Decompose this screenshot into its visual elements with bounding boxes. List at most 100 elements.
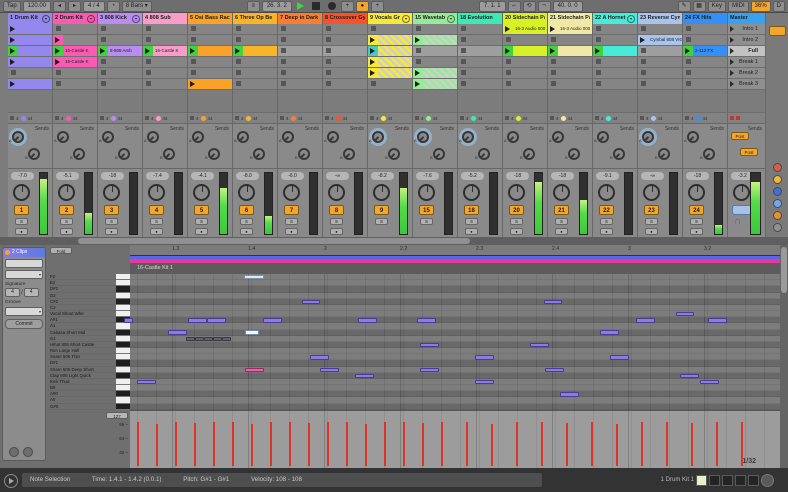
piano-keyboard[interactable]: [116, 274, 130, 410]
pan-knob[interactable]: [148, 184, 165, 201]
clip-launch-button[interactable]: [8, 24, 18, 34]
pan-knob[interactable]: [13, 184, 30, 201]
volume-field[interactable]: -8.2: [371, 172, 394, 180]
empty-clip-slot[interactable]: [143, 24, 187, 35]
mixer-section-toggle[interactable]: [773, 211, 782, 220]
send-b-knob[interactable]: B: [340, 148, 355, 160]
track-activator-button[interactable]: 7: [284, 205, 299, 215]
velocity-stem[interactable]: [175, 422, 177, 466]
midi-note[interactable]: [168, 330, 187, 335]
scene-slot[interactable]: Intro 1: [728, 24, 765, 35]
empty-clip-slot[interactable]: [53, 68, 97, 79]
pan-knob[interactable]: [328, 184, 345, 201]
midi-note[interactable]: [124, 318, 133, 323]
solo-button[interactable]: S: [240, 218, 253, 225]
solo-button[interactable]: S: [15, 218, 28, 225]
pan-knob[interactable]: [643, 184, 660, 201]
velocity-stem[interactable]: [541, 422, 543, 466]
midi-note[interactable]: [636, 318, 655, 323]
empty-clip-slot[interactable]: [638, 57, 682, 68]
empty-clip-slot[interactable]: [638, 68, 682, 79]
velocity-stem[interactable]: [666, 422, 668, 466]
empty-clip-slot[interactable]: [53, 24, 97, 35]
midi-note[interactable]: [222, 336, 231, 342]
clip-slot[interactable]: [8, 57, 52, 68]
clip-slot[interactable]: 2-112 FX: [683, 46, 727, 57]
track-activator-button[interactable]: 3: [104, 205, 119, 215]
track-header[interactable]: 8 Crossover Gy: [323, 13, 367, 24]
note-row[interactable]: [130, 403, 780, 410]
scene-slot[interactable]: Full: [728, 46, 765, 57]
scrollbar-handle[interactable]: [781, 247, 787, 293]
time-signature-field[interactable]: 4 / 4: [83, 0, 105, 12]
empty-clip-slot[interactable]: [593, 68, 637, 79]
velocity-stem[interactable]: [289, 422, 291, 466]
empty-clip-slot[interactable]: [683, 68, 727, 79]
empty-clip-slot[interactable]: [233, 57, 277, 68]
clip-body[interactable]: 16-Castle K: [153, 46, 187, 56]
track-header[interactable]: 7 Deep in Dark: [278, 13, 322, 24]
empty-clip-slot[interactable]: [233, 79, 277, 90]
clip-body[interactable]: [378, 35, 412, 45]
clip-launch-button[interactable]: [548, 46, 558, 56]
clip-slot[interactable]: [503, 46, 547, 57]
solo-button[interactable]: S: [555, 218, 568, 225]
empty-clip-slot[interactable]: [593, 35, 637, 46]
clip-body[interactable]: [243, 46, 277, 56]
midi-note[interactable]: [475, 355, 494, 360]
clip-launch-button[interactable]: [188, 79, 198, 89]
clip-slot[interactable]: [188, 79, 232, 90]
pan-knob[interactable]: [103, 184, 120, 201]
clip-launch-button[interactable]: [143, 46, 153, 56]
clip-body[interactable]: 8-808 Amb: [108, 46, 142, 56]
arm-button[interactable]: ●: [195, 228, 208, 235]
empty-clip-slot[interactable]: [233, 24, 277, 35]
send-a-knob[interactable]: A: [279, 131, 294, 143]
arm-button[interactable]: ●: [150, 228, 163, 235]
arm-button[interactable]: ●: [105, 228, 118, 235]
volume-field[interactable]: -6.0: [281, 172, 304, 180]
velocity-stem[interactable]: [232, 422, 234, 466]
clip-launch-button[interactable]: [53, 46, 63, 56]
empty-clip-slot[interactable]: [548, 79, 592, 90]
volume-field[interactable]: -18: [551, 172, 574, 180]
clip-launch-button[interactable]: [413, 68, 423, 78]
track-header[interactable]: 15 Wavetab ▾: [413, 13, 457, 24]
send-b-knob[interactable]: B: [160, 148, 175, 160]
track-activator-button[interactable]: 1: [14, 205, 29, 215]
velocity-stem[interactable]: [194, 423, 196, 466]
mixer-section-toggle[interactable]: [773, 199, 782, 208]
empty-clip-slot[interactable]: [98, 24, 142, 35]
clip-launch-button[interactable]: [368, 46, 378, 56]
midi-note[interactable]: [610, 355, 629, 360]
velocity-stem[interactable]: [441, 422, 443, 466]
clip-title-bar[interactable]: 16-Castle Kit 1: [130, 263, 780, 274]
empty-clip-slot[interactable]: [458, 57, 502, 68]
midi-note[interactable]: [600, 330, 619, 335]
velocity-stem[interactable]: [491, 424, 493, 466]
commit-groove-button[interactable]: Commit: [5, 319, 43, 329]
solo-button[interactable]: S: [600, 218, 613, 225]
clip-body[interactable]: [558, 46, 592, 56]
track-header[interactable]: 18 Evolution: [458, 13, 502, 24]
empty-clip-slot[interactable]: [368, 24, 412, 35]
clip-body[interactable]: [198, 79, 232, 89]
velocity-stem[interactable]: [346, 422, 348, 466]
empty-clip-slot[interactable]: [143, 79, 187, 90]
empty-clip-slot[interactable]: [323, 35, 367, 46]
arm-button[interactable]: ●: [690, 228, 703, 235]
fold-icon[interactable]: ▾: [627, 14, 635, 23]
clip-body[interactable]: [423, 35, 457, 45]
empty-clip-slot[interactable]: [8, 68, 52, 79]
midi-note[interactable]: [320, 367, 339, 373]
fold-icon[interactable]: ▾: [42, 14, 50, 23]
empty-clip-slot[interactable]: [683, 24, 727, 35]
loop-toggle[interactable]: ⟲: [522, 0, 536, 12]
velocity-stem[interactable]: [270, 422, 272, 466]
send-b-knob[interactable]: B: [475, 148, 490, 160]
arm-button[interactable]: ●: [15, 228, 28, 235]
groove-dropdown[interactable]: ▾: [5, 307, 43, 316]
send-a-knob[interactable]: A: [189, 131, 204, 143]
clip-body[interactable]: [423, 79, 457, 89]
arm-button[interactable]: ●: [240, 228, 253, 235]
